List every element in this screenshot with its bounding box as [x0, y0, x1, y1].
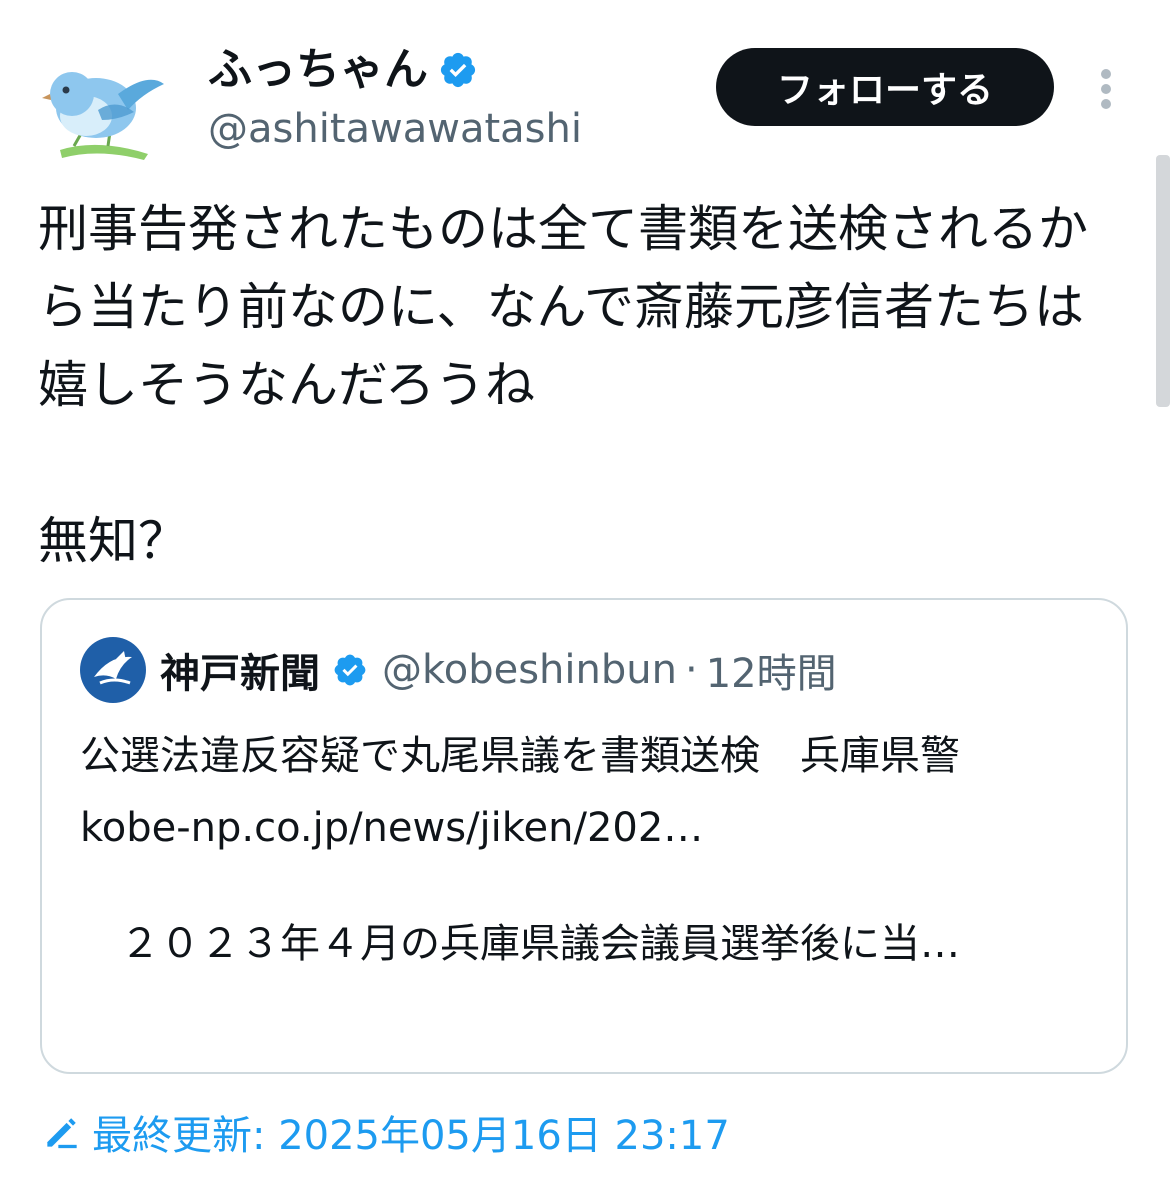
scrollbar[interactable]: [1156, 155, 1170, 407]
verified-badge-icon[interactable]: [438, 50, 478, 90]
tweet-text-paragraph: 刑事告発されたものは全て書類を送検される​から当たり前なのに、なんで斎藤元彦信者…: [38, 200, 1088, 414]
quoted-tweet-header: 神戸新聞 @kobeshinbun · 12時間: [80, 636, 837, 704]
quoted-tweet-card[interactable]: 神戸新聞 @kobeshinbun · 12時間 公選法違反容疑で丸尾県議を書類…: [40, 598, 1128, 1074]
more-options-button[interactable]: [1086, 62, 1126, 122]
quoted-tweet-headline: 公選法違反容疑で丸尾県議を書類送検 兵庫県警: [80, 733, 960, 779]
quoted-account-name: 神戸新聞: [160, 651, 320, 697]
user-handle[interactable]: @ashitawawatashi: [208, 103, 582, 155]
quoted-tweet-link[interactable]: kobe-np.co.jp/news/jiken/202…: [80, 798, 1090, 858]
separator-dot: ·: [684, 647, 698, 693]
quoted-tweet-body: 公選法違反容疑で丸尾県議を書類送検 兵庫県警 kobe-np.co.jp/new…: [80, 726, 1090, 974]
blue-bird-avatar-icon: [38, 50, 168, 175]
tweet-text-paragraph: 無知？: [38, 512, 188, 570]
last-updated-text[interactable]: 最終更新: 2025年05月16日 23:17: [92, 1103, 730, 1161]
quoted-tweet-timestamp: 12時間: [705, 651, 837, 697]
follow-button[interactable]: フォローする: [716, 48, 1054, 126]
last-updated-link[interactable]: 最終更新: 2025年05月16日 23:17: [40, 1104, 730, 1160]
quoted-account-handle: @kobeshinbun: [382, 647, 677, 693]
verified-badge-icon: [332, 652, 368, 688]
tweet-text: 刑事告発されたものは全て書類を送検される​から当たり前なのに、なんで斎藤元彦信者…: [38, 190, 1118, 580]
display-name-row[interactable]: ふっちゃん: [208, 40, 478, 100]
pencil-icon: [40, 1110, 84, 1154]
user-avatar[interactable]: [38, 50, 168, 175]
quoted-tweet-excerpt: ２０２３年４月の兵庫県議会議員選挙後に当…: [80, 921, 960, 967]
display-name[interactable]: ふっちゃん: [208, 40, 428, 100]
kobe-shinbun-logo-icon[interactable]: [80, 637, 146, 703]
more-vertical-icon: [1101, 69, 1111, 109]
